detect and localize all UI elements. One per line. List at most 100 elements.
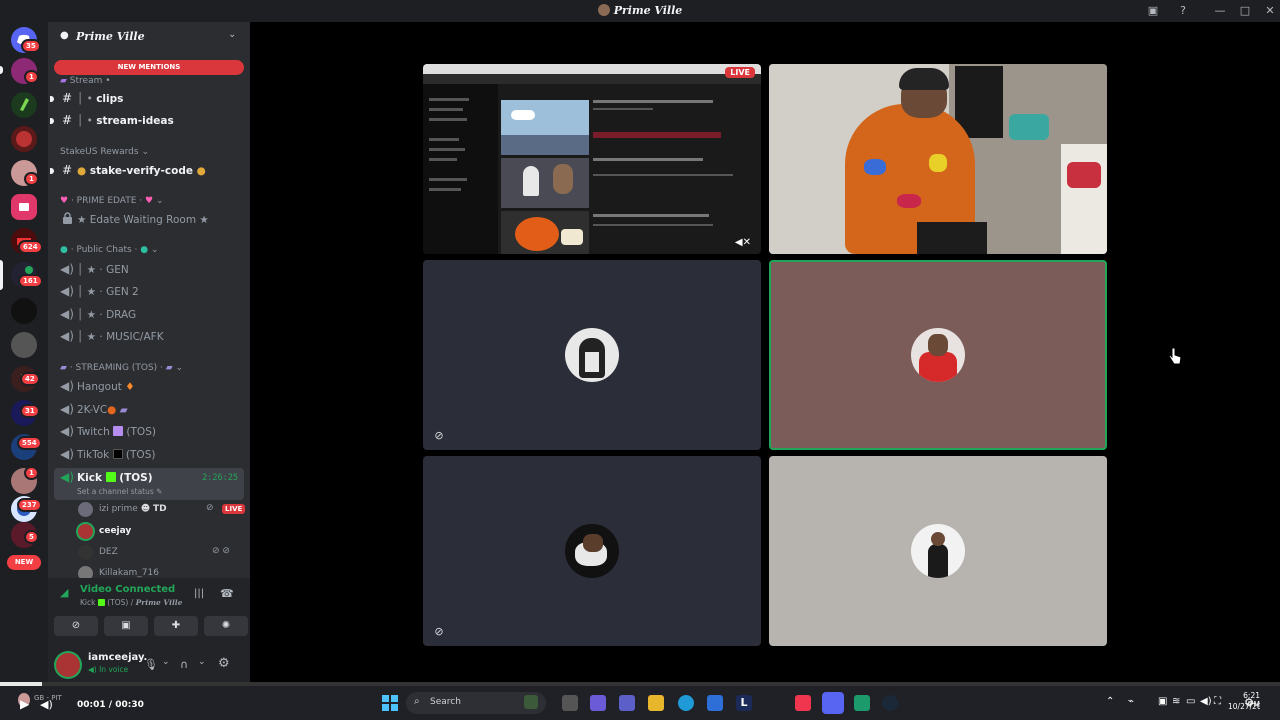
unread-badge: 161 xyxy=(18,274,43,288)
beanie xyxy=(899,68,949,90)
signal-icon[interactable]: ◢ xyxy=(60,586,68,599)
camera-off-icon: ⊘ xyxy=(434,429,444,442)
voice-channel-twitch[interactable]: ◀) Twitch (TOS) xyxy=(54,422,244,442)
category-public-chats[interactable]: ● · Public Chats · ● ⌄ xyxy=(60,245,159,255)
channel-stream-ideas[interactable]: # │ • stream-ideas xyxy=(50,111,244,131)
camera-off-icon: ⊘ xyxy=(434,625,444,638)
gear-icon[interactable]: ⚙ xyxy=(218,656,230,671)
battery-icon[interactable]: ▭ xyxy=(1186,696,1195,707)
speaker-icon: ◀) xyxy=(60,329,74,343)
file-explorer-icon[interactable] xyxy=(648,695,664,711)
new-mentions-banner[interactable]: NEW MENTIONS xyxy=(54,60,244,75)
voice-channel-2k-vc[interactable]: ◀) 2K-VC● ▰ xyxy=(54,400,244,420)
voice-user[interactable]: Killakam_716 xyxy=(78,564,243,578)
wifi-icon[interactable]: ≋ xyxy=(1172,696,1180,707)
discord-icon[interactable] xyxy=(822,692,844,714)
volume-muted-icon[interactable]: ◀✕ xyxy=(735,237,751,248)
voice-user[interactable]: ceejay xyxy=(78,522,243,542)
edge-icon[interactable] xyxy=(678,695,694,711)
app-icon[interactable] xyxy=(854,695,870,711)
voice-channel-gen[interactable]: ◀) │ ★ · GEN xyxy=(54,260,244,280)
chevron-up-icon[interactable]: ⌃ xyxy=(1106,696,1114,707)
voice-channel-kick[interactable]: ◀) Kick (TOS) 2:26:25 Set a channel stat… xyxy=(54,468,244,500)
avatar[interactable] xyxy=(56,653,80,677)
connection-channel[interactable]: Kick (TOS) / Prime Ville xyxy=(80,598,182,607)
store-icon[interactable] xyxy=(707,695,723,711)
video-stage: LIVE ◀✕ ⊘ ⊘ xyxy=(250,22,1280,682)
maximize-button[interactable]: □ xyxy=(1237,3,1253,19)
voice-channel-tiktok[interactable]: ◀) TikTok (TOS) xyxy=(54,445,244,465)
close-button[interactable]: ✕ xyxy=(1262,3,1278,19)
music-icon[interactable] xyxy=(795,695,811,711)
server-name: Prime Ville xyxy=(76,30,145,43)
taskbar-search[interactable]: ⌕ Search xyxy=(406,692,546,714)
voice-user[interactable]: izi prime ☻ TD ⊘ LIVE xyxy=(78,500,246,520)
windows-start-icon[interactable] xyxy=(382,695,398,711)
channel-stake-verify-code[interactable]: # ● stake-verify-code ● xyxy=(50,161,244,181)
disconnect-icon[interactable]: ☎ xyxy=(220,587,234,600)
voice-channel-hangout[interactable]: ◀) Hangout ♦ xyxy=(54,377,244,397)
fullscreen-icon[interactable]: ⛶ xyxy=(1214,696,1221,707)
camera-tile[interactable] xyxy=(769,64,1107,254)
category-stakeus-rewards[interactable]: StakeUS Rewards ⌄ xyxy=(60,147,149,157)
speaker-active-icon: ◀) xyxy=(60,470,74,484)
username[interactable]: iamceejay. xyxy=(88,652,147,663)
microphone-icon[interactable]: 🎙 xyxy=(144,658,158,671)
copilot-icon[interactable] xyxy=(590,695,606,711)
server-rail: 35 1 1 624 161 42 31 554 1 237 5 NEW xyxy=(0,22,48,682)
new-servers-indicator[interactable]: NEW xyxy=(7,555,41,570)
network-icon[interactable]: ⌁ xyxy=(1128,696,1134,707)
window-title: Prime Ville xyxy=(0,4,1280,17)
settings-icon[interactable]: ⚙ xyxy=(1244,696,1254,709)
participant-tile[interactable]: ⊘ xyxy=(423,456,761,646)
chevron-down-icon[interactable]: ⌄ xyxy=(198,657,206,667)
camera-off-button[interactable]: ⊘ xyxy=(54,616,98,636)
display-icon[interactable]: ▣ xyxy=(1158,696,1167,707)
category-streaming-tos[interactable]: ▰ · STREAMING (TOS) · ▰ ⌄ xyxy=(60,363,183,373)
screen-share-tile[interactable]: LIVE ◀✕ xyxy=(423,64,761,254)
server-header[interactable]: ● Prime Ville ⌄ xyxy=(48,22,250,52)
help-icon[interactable]: ? xyxy=(1175,3,1191,19)
server-icon[interactable] xyxy=(11,298,37,324)
speaker-icon: ◀) xyxy=(60,284,74,298)
participant-tile[interactable]: ⊘ xyxy=(423,260,761,450)
speaker-icon: ◀) xyxy=(60,447,74,461)
voice-user[interactable]: DEZ ⊘ ⊘ xyxy=(78,543,243,563)
steam-icon[interactable] xyxy=(882,695,898,711)
noise-suppression-icon[interactable]: ||| xyxy=(194,588,204,599)
participant-tile[interactable] xyxy=(769,456,1107,646)
teams-icon[interactable] xyxy=(619,695,635,711)
chevron-down-icon[interactable]: ⌄ xyxy=(162,657,170,667)
speaker-icon[interactable]: ◀) xyxy=(1200,696,1212,707)
server-icon[interactable] xyxy=(11,92,37,118)
voice-channel-gen-2[interactable]: ◀) │ ★ · GEN 2 xyxy=(54,282,244,302)
participant-tile-speaking[interactable] xyxy=(769,260,1107,450)
inbox-icon[interactable]: ▣ xyxy=(1145,3,1161,19)
screen-share-button[interactable]: ▣ xyxy=(104,616,148,636)
unread-badge: 1 xyxy=(24,172,39,186)
user-panel: iamceejay. ◀) In voice 🎙 ⌄ ∩ ⌄ ⚙ xyxy=(48,648,250,682)
unread-badge: 42 xyxy=(20,372,40,386)
launcher-icon[interactable]: L xyxy=(736,695,752,711)
task-view-icon[interactable] xyxy=(562,695,578,711)
channel-edate-waiting-room[interactable]: ★ Edate Waiting Room ★ xyxy=(54,210,244,230)
minimize-button[interactable]: — xyxy=(1212,3,1228,19)
speaker-icon: ◀) xyxy=(60,402,74,416)
voice-channel-drag[interactable]: ◀) │ ★ · DRAG xyxy=(54,305,244,325)
yt-sidebar xyxy=(423,84,498,254)
activities-button[interactable]: ✚ xyxy=(154,616,198,636)
voice-channel-music-afk[interactable]: ◀) │ ★ · MUSIC/AFK xyxy=(54,327,244,347)
play-icon[interactable]: ▶ xyxy=(20,697,29,711)
server-icon[interactable] xyxy=(11,126,37,152)
headphones-icon[interactable]: ∩ xyxy=(180,658,188,671)
category-prime-edate[interactable]: ♥ · PRIME EDATE · ♥ ⌄ xyxy=(60,196,164,206)
channel-status[interactable]: Set a channel status ✎ xyxy=(77,487,162,496)
server-icon[interactable] xyxy=(11,332,37,358)
channel-clips[interactable]: # │ • clips xyxy=(50,89,244,109)
category-stream[interactable]: ▰ Stream • xyxy=(60,76,111,86)
folder-icon[interactable] xyxy=(11,194,37,220)
volume-icon[interactable]: ◀) xyxy=(40,698,53,711)
search-highlight-icon xyxy=(524,695,538,709)
soundboard-button[interactable]: ✺ xyxy=(204,616,248,636)
chevron-down-icon: ⌄ xyxy=(228,29,237,40)
